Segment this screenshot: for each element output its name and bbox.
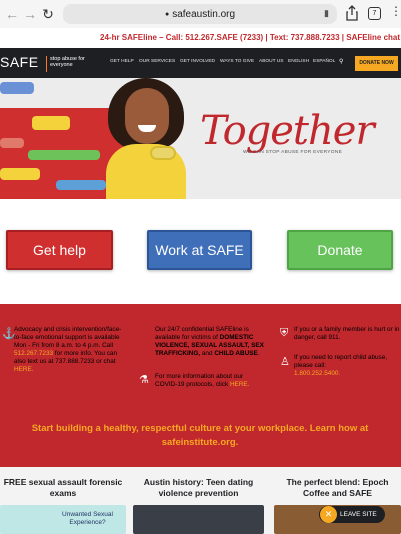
hero-stripe: [0, 168, 40, 180]
hotline-phone-link[interactable]: 1.800.252.5400.: [294, 370, 340, 377]
nav-item-ways-to-give[interactable]: WAYS TO GIVE: [220, 59, 254, 64]
hero-stripe: [0, 82, 34, 94]
emergency-text: If you or a family member is hurt or in …: [294, 326, 400, 341]
lock-icon: ●: [164, 10, 170, 18]
advocacy-text: Advocacy and crisis intervention/face-to…: [14, 326, 122, 373]
hotline-banner[interactable]: 24-hr SAFEline – Call: 512.267.SAFE (723…: [0, 29, 401, 47]
family-icon: ⚗: [139, 374, 149, 386]
logo-tagline: stop abuse for everyone: [50, 56, 85, 68]
card-title-austin-history[interactable]: Austin history: Teen dating violence pre…: [133, 477, 264, 499]
nav-item-about-us[interactable]: ABOUT US: [259, 59, 283, 64]
share-icon[interactable]: [345, 5, 359, 21]
hero-stripe: [28, 150, 100, 160]
hero-stripe: [32, 116, 70, 130]
work-at-safe-button[interactable]: Work at SAFE: [147, 230, 252, 270]
card-image-history[interactable]: [133, 505, 264, 534]
report-child-abuse-text: If you need to report child abuse, pleas…: [294, 354, 388, 377]
close-icon[interactable]: ✕: [320, 506, 337, 523]
tabs-icon[interactable]: 7: [368, 7, 381, 20]
nav-item-get-help[interactable]: GET HELP: [110, 59, 134, 64]
nav-item-our-services[interactable]: OUR SERVICES: [139, 59, 175, 64]
tab-count: 7: [372, 10, 377, 17]
hero-subline: WE CAN STOP ABUSE FOR EVERYONE: [243, 150, 343, 155]
microphone-icon[interactable]: ▮: [324, 8, 329, 19]
safe-institute-link[interactable]: Start building a healthy, respectful cul…: [20, 422, 380, 450]
back-arrow-icon[interactable]: ←: [4, 6, 20, 22]
nav-item-get-involved[interactable]: GET INVOLVED: [180, 59, 215, 64]
browser-toolbar: ← → ↻ ● safeaustin.org ▮ 7 ⋮: [0, 0, 401, 28]
card-title-epoch-coffee[interactable]: The perfect blend: Epoch Coffee and SAFE: [274, 477, 401, 499]
chat-here-link[interactable]: HERE.: [14, 366, 34, 373]
card-title-forensic-exams[interactable]: FREE sexual assault forensic exams: [0, 477, 126, 499]
shield-icon: ⛨: [280, 327, 289, 339]
safe-logo[interactable]: SAFE: [0, 54, 39, 70]
get-help-button[interactable]: Get help: [6, 230, 113, 270]
url-text: safeaustin.org: [172, 8, 236, 20]
site-navbar: SAFE stop abuse for everyone GET HELP OU…: [0, 48, 401, 78]
nav-item-espanol[interactable]: ESPAÑOL: [313, 59, 335, 64]
safeline-text: Our 24/7 confidential SAFEline is availa…: [155, 326, 264, 357]
hero-stripe: [56, 180, 106, 190]
nav-item-english[interactable]: ENGLISH: [288, 59, 309, 64]
covid-here-link[interactable]: HERE.: [230, 381, 250, 388]
donate-now-button[interactable]: DONATE NOW: [355, 56, 398, 71]
headphones-icon: [150, 146, 176, 160]
child-icon: ♙: [280, 356, 290, 368]
card-image-caption: Unwanted Sexual Experience?: [62, 511, 113, 526]
hero-headline: Together: [200, 108, 375, 154]
hero-stripe: [0, 138, 24, 148]
donate-button[interactable]: Donate: [287, 230, 393, 270]
logo-divider: [46, 56, 47, 72]
hero-banner: Together WE CAN STOP ABUSE FOR EVERYONE: [0, 78, 401, 199]
hero-photo-face: [125, 88, 169, 144]
covid-text: For more information about our COVID-19 …: [155, 373, 250, 388]
forward-arrow-icon[interactable]: →: [22, 6, 38, 22]
reload-icon[interactable]: ↻: [40, 6, 56, 22]
search-icon[interactable]: ⚲: [339, 58, 343, 65]
address-bar[interactable]: ● safeaustin.org ▮: [63, 4, 337, 24]
phone-link[interactable]: 512.267.7233: [14, 350, 53, 357]
more-menu-icon[interactable]: ⋮: [390, 4, 401, 18]
